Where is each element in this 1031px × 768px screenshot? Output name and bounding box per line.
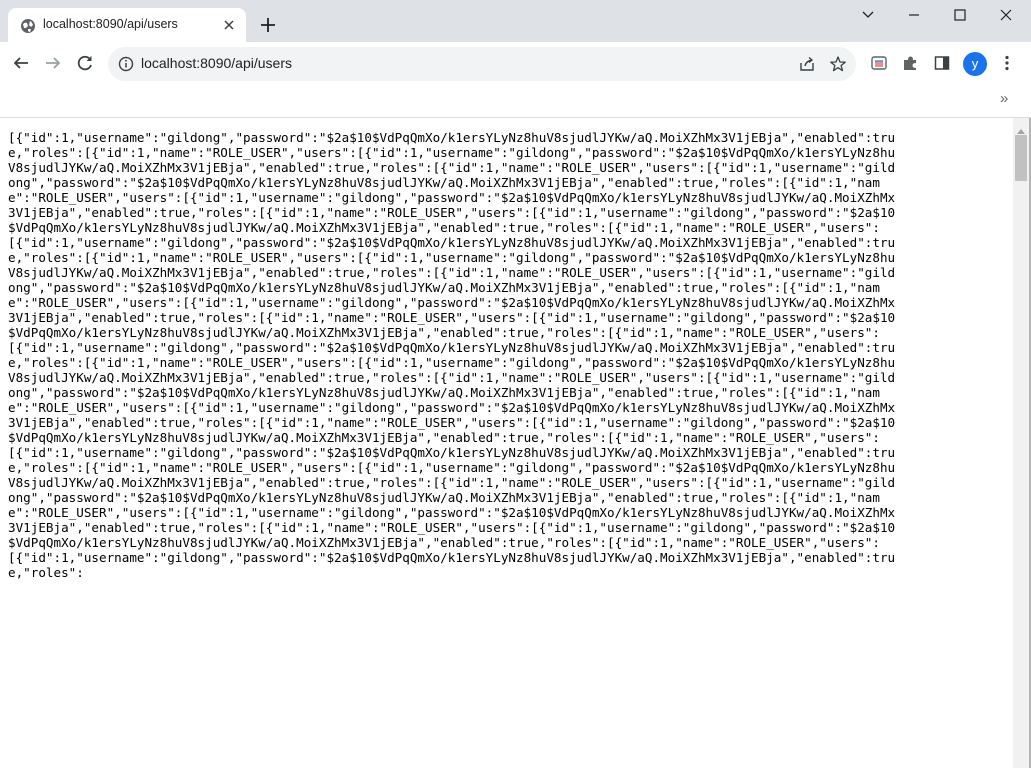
active-tab[interactable]: localhost:8090/api/users: [8, 8, 246, 42]
more-vert-icon[interactable]: [998, 54, 1016, 72]
tab-strip: localhost:8090/api/users: [0, 0, 1031, 42]
navigation-toolbar: localhost:8090/api/users y: [0, 42, 1031, 86]
puzzle-icon[interactable]: [901, 54, 919, 72]
bookmarks-bar: »: [0, 86, 1031, 118]
tab-title: localhost:8090/api/users: [43, 17, 178, 31]
profile-avatar[interactable]: y: [963, 52, 987, 76]
json-response-text: [{"id":1,"username":"gildong","password"…: [8, 130, 896, 580]
window-close-icon[interactable]: [992, 4, 1020, 26]
minimize-icon[interactable]: [900, 4, 928, 26]
url-text[interactable]: localhost:8090/api/users: [141, 55, 292, 71]
extension-cast-icon[interactable]: [870, 54, 888, 72]
bookmarks-overflow-button[interactable]: »: [1000, 90, 1008, 107]
back-arrow-icon[interactable]: [11, 53, 31, 73]
side-panel-icon[interactable]: [933, 54, 951, 72]
reload-icon[interactable]: [75, 53, 95, 73]
forward-arrow-icon[interactable]: [43, 53, 63, 73]
share-icon[interactable]: [798, 55, 816, 73]
star-icon[interactable]: [829, 55, 847, 73]
scrollbar-thumb[interactable]: [1015, 135, 1027, 181]
plus-icon[interactable]: [258, 15, 278, 35]
chevron-down-icon[interactable]: [854, 4, 882, 26]
page-content: [{"id":1,"username":"gildong","password"…: [0, 118, 1013, 768]
address-bar[interactable]: localhost:8090/api/users: [108, 47, 856, 81]
close-icon[interactable]: [221, 17, 237, 33]
vertical-scrollbar[interactable]: [1013, 118, 1029, 768]
scroll-up-arrow-icon[interactable]: [1016, 122, 1026, 134]
maximize-icon[interactable]: [946, 4, 974, 26]
info-icon[interactable]: [118, 56, 134, 72]
globe-icon: [20, 18, 36, 34]
